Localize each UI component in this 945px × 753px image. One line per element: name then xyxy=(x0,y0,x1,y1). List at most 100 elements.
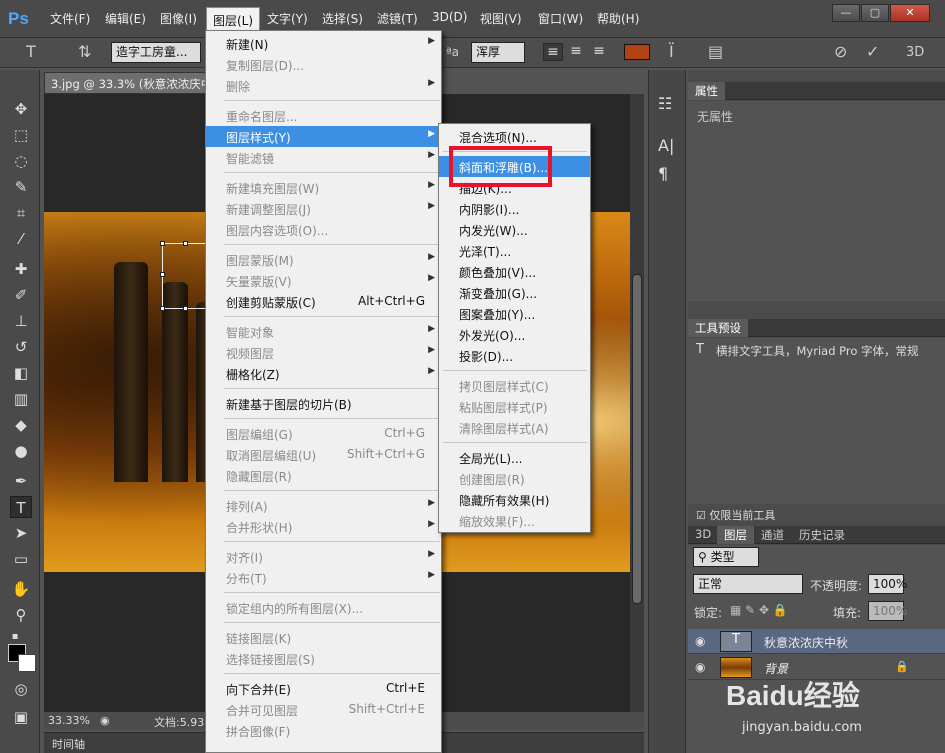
menu-select[interactable]: 选择(S) xyxy=(322,10,363,27)
layer-menu-item[interactable]: 锁定组内的所有图层(X)... xyxy=(206,597,441,618)
tab-properties[interactable]: 属性 xyxy=(688,82,725,100)
layer-menu-item[interactable]: 拼合图像(F) xyxy=(206,720,441,741)
layer-menu-item[interactable]: 合并形状(H) ▶ xyxy=(206,516,441,537)
tab-3d[interactable]: 3D xyxy=(688,526,718,544)
layer-menu-item[interactable]: 新建基于图层的切片(B) xyxy=(206,393,441,414)
history-brush-tool-icon[interactable]: ↺ xyxy=(10,336,32,358)
rectangle-tool-icon[interactable]: ▭ xyxy=(10,548,32,570)
layer-style-item[interactable]: 隐藏所有效果(H) xyxy=(439,489,590,510)
text-layer-bounding-box[interactable] xyxy=(160,241,212,311)
layer-style-item[interactable]: 投影(D)... xyxy=(439,345,590,366)
quick-mask-icon[interactable]: ◎ xyxy=(10,678,32,700)
3d-icon[interactable]: 3D xyxy=(906,45,924,60)
layer-filter-select[interactable]: ⚲ 类型 xyxy=(693,547,759,567)
menu-help[interactable]: 帮助(H) xyxy=(597,10,639,27)
history-panel-icon[interactable]: ☷ xyxy=(658,94,672,113)
tool-preset-entry[interactable]: 横排文字工具，Myriad Pro 字体，常规 xyxy=(716,343,919,359)
tab-channels[interactable]: 通道 xyxy=(754,526,791,544)
layer-menu-item[interactable]: 新建调整图层(J) ▶ xyxy=(206,198,441,219)
visibility-eye-icon[interactable]: ◉ xyxy=(695,660,705,674)
layer-menu-item[interactable]: 取消图层编组(U) Shift+Ctrl+G xyxy=(206,444,441,465)
layer-menu-item[interactable]: 图层蒙版(M) ▶ xyxy=(206,249,441,270)
layer-menu-item[interactable]: 向下合并(E) Ctrl+E xyxy=(206,678,441,699)
character-panel-icon[interactable]: A| xyxy=(658,136,674,155)
document-tab[interactable]: 3.jpg @ 33.3% (秋意浓浓庆中 xyxy=(44,72,208,94)
layer-style-item[interactable]: 图案叠加(Y)... xyxy=(439,303,590,324)
zoom-level[interactable]: 33.33% xyxy=(48,714,90,727)
layer-style-item[interactable]: 光泽(T)... xyxy=(439,240,590,261)
layer-style-item[interactable]: 粘贴图层样式(P) xyxy=(439,396,590,417)
blend-mode-select[interactable]: 正常 xyxy=(693,574,803,594)
menu-view[interactable]: 视图(V) xyxy=(480,10,522,27)
screen-mode-icon[interactable]: ▣ xyxy=(10,706,32,728)
path-selection-tool-icon[interactable]: ➤ xyxy=(10,522,32,544)
crop-tool-icon[interactable]: ⌗ xyxy=(10,202,32,224)
layer-style-item[interactable]: 混合选项(N)... xyxy=(439,126,590,147)
menu-3d[interactable]: 3D(D) xyxy=(432,10,467,24)
tab-history[interactable]: 历史记录 xyxy=(792,526,852,544)
visibility-eye-icon[interactable]: ◉ xyxy=(695,634,705,648)
layer-style-item[interactable]: 创建图层(R) xyxy=(439,468,590,489)
warp-text-icon[interactable]: Ϊ xyxy=(669,42,674,61)
gradient-tool-icon[interactable]: ▥ xyxy=(10,388,32,410)
type-tool-icon[interactable]: T xyxy=(26,42,36,61)
layer-menu-item[interactable]: 分布(T) ▶ xyxy=(206,567,441,588)
background-color[interactable] xyxy=(18,654,36,672)
layer-style-item[interactable]: 清除图层样式(A) xyxy=(439,417,590,438)
cancel-icon[interactable]: ⊘ xyxy=(834,42,847,61)
font-family-select[interactable]: 造字工房童... xyxy=(111,42,201,63)
zoom-tool-icon[interactable]: ⚲ xyxy=(10,604,32,626)
layer-style-item[interactable]: 外发光(O)... xyxy=(439,324,590,345)
layer-menu-item[interactable]: 智能对象 ▶ xyxy=(206,321,441,342)
layer-style-item[interactable]: 全局光(L)... xyxy=(439,447,590,468)
layer-menu-item[interactable]: 链接图层(K) xyxy=(206,627,441,648)
character-panel-icon[interactable]: ▤ xyxy=(708,42,723,61)
layer-menu-item[interactable]: 排列(A) ▶ xyxy=(206,495,441,516)
horizontal-type-tool-icon[interactable]: T xyxy=(10,496,32,518)
layer-row-text[interactable]: ◉ T 秋意浓浓庆中秋 xyxy=(688,629,945,654)
layer-style-item[interactable]: 内阴影(I)... xyxy=(439,198,590,219)
minimize-button[interactable]: — xyxy=(832,4,860,22)
align-left-icon[interactable]: ≡ xyxy=(543,43,563,61)
status-menu-icon[interactable]: ◉ xyxy=(100,714,110,727)
align-center-icon[interactable]: ≡ xyxy=(566,43,586,61)
layer-menu-item[interactable]: 选择链接图层(S) xyxy=(206,648,441,669)
quick-selection-tool-icon[interactable]: ✎ xyxy=(10,176,32,198)
layer-menu-item[interactable]: 删除 ▶ xyxy=(206,75,441,96)
text-color-swatch[interactable] xyxy=(624,44,650,60)
opacity-input[interactable]: 100% xyxy=(868,574,907,594)
blur-tool-icon[interactable]: ◆ xyxy=(10,414,32,436)
layer-menu-item[interactable]: 智能滤镜 ▶ xyxy=(206,147,441,168)
maximize-button[interactable]: ▢ xyxy=(861,4,889,22)
menu-edit[interactable]: 编辑(E) xyxy=(105,10,146,27)
eyedropper-tool-icon[interactable]: ⁄ xyxy=(10,228,32,250)
pen-tool-icon[interactable]: ✒ xyxy=(10,470,32,492)
layer-style-item[interactable]: 内发光(W)... xyxy=(439,219,590,240)
layer-name[interactable]: 秋意浓浓庆中秋 xyxy=(764,634,848,651)
layer-menu-item[interactable]: 栅格化(Z) ▶ xyxy=(206,363,441,384)
move-tool-icon[interactable]: ✥ xyxy=(10,98,32,120)
layer-menu-item[interactable]: 视频图层 ▶ xyxy=(206,342,441,363)
layer-menu-item[interactable]: 新建填充图层(W) ▶ xyxy=(206,177,441,198)
layer-menu-item[interactable]: 复制图层(D)... xyxy=(206,54,441,75)
layer-style-item[interactable]: 拷贝图层样式(C) xyxy=(439,375,590,396)
tab-tool-presets[interactable]: 工具预设 xyxy=(688,319,748,337)
close-button[interactable]: ✕ xyxy=(890,4,930,22)
layer-menu-item[interactable]: 创建剪贴蒙版(C) Alt+Ctrl+G xyxy=(206,291,441,312)
paragraph-panel-icon[interactable]: ¶ xyxy=(658,164,668,183)
healing-brush-tool-icon[interactable]: ✚ xyxy=(10,258,32,280)
hand-tool-icon[interactable]: ✋ xyxy=(10,578,32,600)
lock-icons[interactable]: ▦ ✎ ✥ 🔒 xyxy=(730,603,788,617)
lasso-tool-icon[interactable]: ◌ xyxy=(10,150,32,172)
eraser-tool-icon[interactable]: ◧ xyxy=(10,362,32,384)
tab-layers[interactable]: 图层 xyxy=(717,526,754,544)
layer-menu-item[interactable]: 图层样式(Y) ▶ xyxy=(206,126,441,147)
vertical-scrollbar[interactable] xyxy=(630,94,644,712)
current-tool-only-checkbox[interactable]: ☑ 仅限当前工具 xyxy=(696,507,775,523)
anti-alias-select[interactable]: 浑厚 xyxy=(471,42,525,63)
dodge-tool-icon[interactable]: ● xyxy=(10,440,32,462)
marquee-tool-icon[interactable]: ⬚ xyxy=(10,124,32,146)
layer-menu-item[interactable]: 图层编组(G) Ctrl+G xyxy=(206,423,441,444)
align-right-icon[interactable]: ≡ xyxy=(589,43,609,61)
layer-style-item[interactable]: 缩放效果(F)... xyxy=(439,510,590,531)
